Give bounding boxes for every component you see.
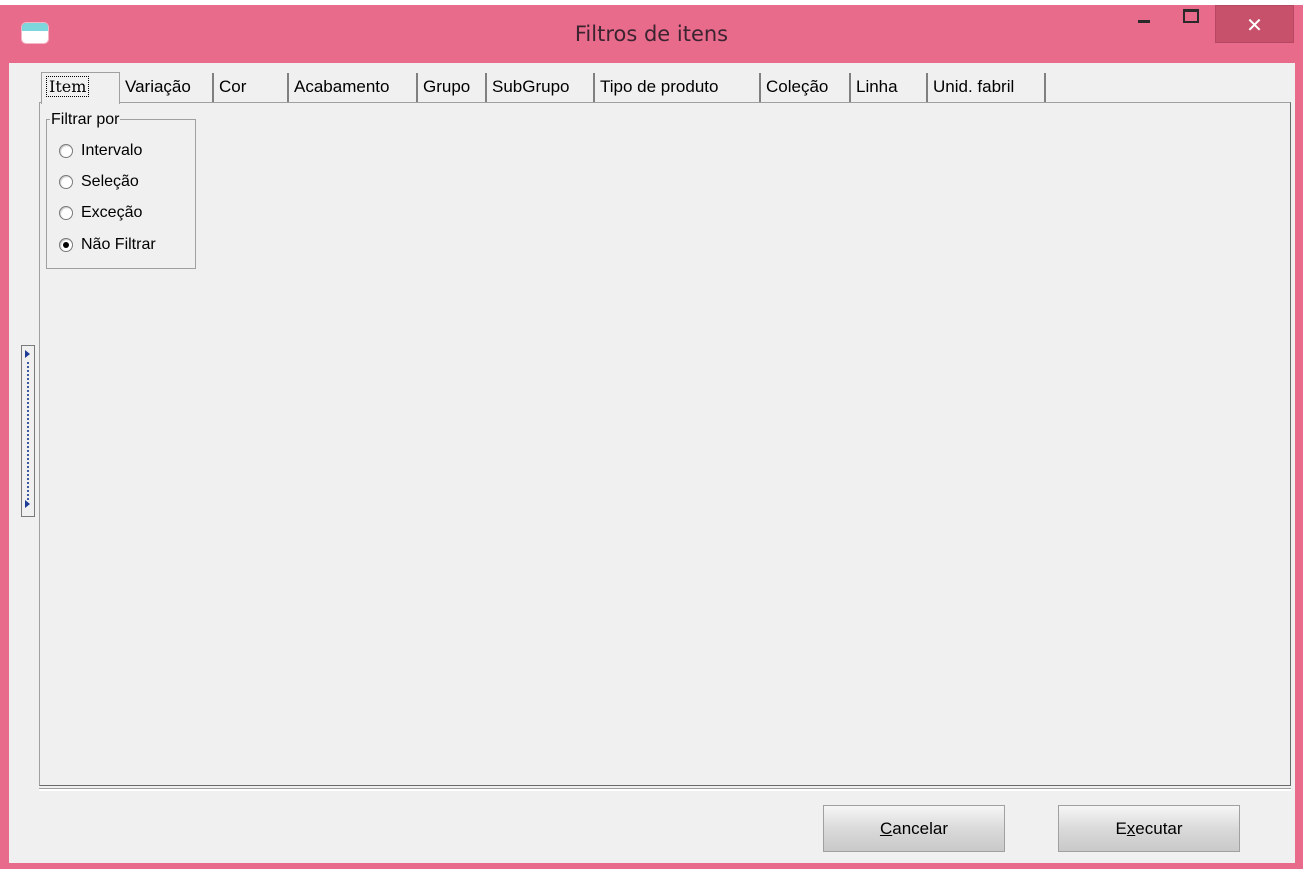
- tab-colecao[interactable]: Coleção: [761, 73, 851, 103]
- window-title: Filtros de itens: [574, 22, 729, 46]
- expand-arrow-icon: [25, 500, 30, 508]
- radio-label: Intervalo: [81, 142, 143, 159]
- groupbox-legend: Filtrar por: [50, 111, 121, 129]
- radio-intervalo[interactable]: Intervalo: [59, 139, 142, 163]
- radio-excecao[interactable]: Exceção: [59, 201, 142, 225]
- tab-page-item: Filtrar por Intervalo Seleção Exceção Nã…: [39, 102, 1291, 786]
- radio-circle-icon: [59, 144, 73, 158]
- close-button[interactable]: ✕: [1215, 5, 1294, 43]
- side-panel-splitter[interactable]: [21, 345, 35, 517]
- tab-linha[interactable]: Linha: [851, 73, 928, 103]
- tab-grupo[interactable]: Grupo: [418, 73, 487, 103]
- splitter-grip: [27, 362, 29, 500]
- mnemonic-letter: C: [879, 819, 893, 838]
- radio-label: Seleção: [81, 173, 139, 190]
- radio-circle-icon: [59, 206, 73, 220]
- radio-nao-filtrar[interactable]: Não Filtrar: [59, 233, 156, 257]
- tab-unid-fabril[interactable]: Unid. fabril: [928, 73, 1046, 103]
- tab-tipo-de-produto[interactable]: Tipo de produto: [595, 73, 761, 103]
- footer-divider: [39, 788, 1291, 791]
- dialog-client-area: Item Variação Cor Acabamento Grupo SubGr…: [9, 63, 1295, 863]
- radio-selected-icon: [59, 238, 73, 252]
- radio-label: Não Filtrar: [81, 236, 156, 253]
- tab-variacao[interactable]: Variação: [120, 73, 214, 103]
- tab-label: Item: [45, 76, 90, 97]
- close-icon: ✕: [1246, 13, 1263, 37]
- title-bar[interactable]: Filtros de itens ✕: [0, 5, 1303, 63]
- radio-label: Exceção: [81, 204, 143, 221]
- tab-item[interactable]: Item: [41, 72, 120, 104]
- button-label: ecutar: [1135, 819, 1183, 838]
- radio-circle-icon: [59, 175, 73, 189]
- button-label: ancelar: [892, 819, 949, 838]
- tab-cor[interactable]: Cor: [214, 73, 289, 103]
- minimize-button[interactable]: [1124, 5, 1164, 29]
- tab-acabamento[interactable]: Acabamento: [289, 73, 418, 103]
- filter-dialog-window: Filtros de itens ✕ Item Variação Cor Aca…: [0, 5, 1303, 869]
- radio-selecao[interactable]: Seleção: [59, 170, 139, 194]
- expand-arrow-icon: [25, 350, 30, 358]
- tab-strip: Item Variação Cor Acabamento Grupo SubGr…: [41, 72, 1291, 105]
- cancel-button[interactable]: Cancelar: [823, 805, 1005, 852]
- maximize-icon: [1183, 9, 1199, 23]
- execute-button[interactable]: Executar: [1058, 805, 1240, 852]
- minimize-icon: [1138, 20, 1150, 23]
- tab-subgrupo[interactable]: SubGrupo: [487, 73, 595, 103]
- maximize-button[interactable]: [1170, 5, 1210, 29]
- filter-groupbox: Filtrar por Intervalo Seleção Exceção Nã…: [46, 111, 196, 269]
- button-label: E: [1115, 819, 1127, 838]
